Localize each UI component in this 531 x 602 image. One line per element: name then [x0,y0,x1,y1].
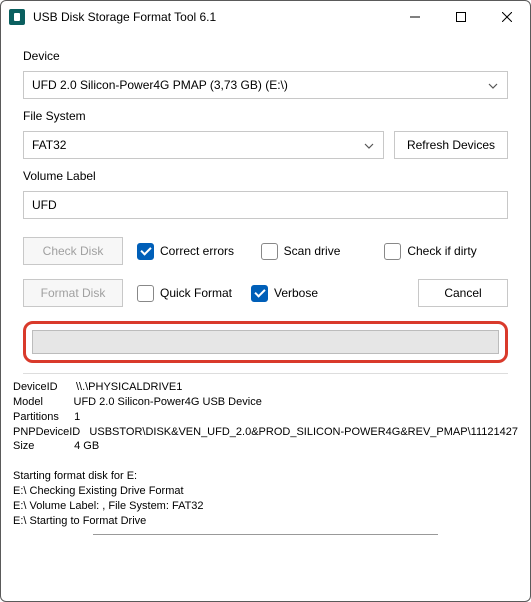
volumelabel-value: UFD [32,198,57,212]
divider [23,373,508,374]
chevron-down-icon [487,80,499,95]
volumelabel-input[interactable]: UFD [23,191,508,219]
filesystem-label: File System [23,109,508,123]
checkbox-icon [137,243,154,260]
checkbox-icon [384,243,401,260]
maximize-button[interactable] [438,1,484,33]
format-disk-button: Format Disk [23,279,123,307]
verbose-checkbox[interactable]: Verbose [251,285,351,302]
log-output: DeviceID \\.\PHYSICALDRIVE1 Model UFD 2.… [1,376,530,543]
device-selected-value: UFD 2.0 Silicon-Power4G PMAP (3,73 GB) (… [32,78,288,92]
window-title: USB Disk Storage Format Tool 6.1 [33,10,392,24]
filesystem-selected-value: FAT32 [32,138,66,152]
cancel-button[interactable]: Cancel [418,279,508,307]
minimize-button[interactable] [392,1,438,33]
progress-highlight [23,321,508,363]
device-select[interactable]: UFD 2.0 Silicon-Power4G PMAP (3,73 GB) (… [23,71,508,99]
main-panel: Device UFD 2.0 Silicon-Power4G PMAP (3,7… [1,33,530,363]
close-button[interactable] [484,1,530,33]
titlebar: USB Disk Storage Format Tool 6.1 [1,1,530,33]
quick-format-checkbox[interactable]: Quick Format [137,285,237,302]
checkbox-icon [261,243,278,260]
checkbox-icon [251,285,268,302]
correct-errors-checkbox[interactable]: Correct errors [137,237,261,265]
device-label: Device [23,49,508,63]
app-icon [9,9,25,25]
refresh-devices-button[interactable]: Refresh Devices [394,131,508,159]
scan-drive-checkbox[interactable]: Scan drive [261,237,385,265]
check-if-dirty-checkbox[interactable]: Check if dirty [384,237,508,265]
filesystem-select[interactable]: FAT32 [23,131,384,159]
checkbox-icon [137,285,154,302]
check-disk-button: Check Disk [23,237,123,265]
progress-bar [32,330,499,354]
volumelabel-label: Volume Label [23,169,508,183]
chevron-down-icon [363,140,375,155]
